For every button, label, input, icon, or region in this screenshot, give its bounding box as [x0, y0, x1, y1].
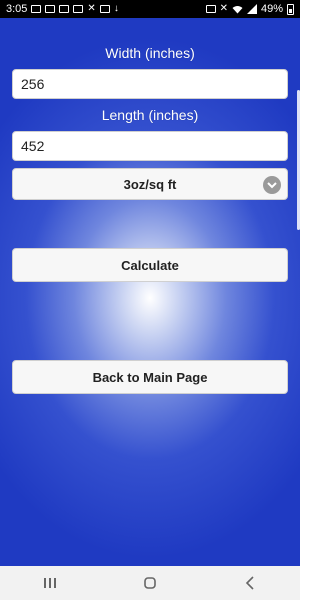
- status-left: 3:05 ✕ ↓: [6, 3, 119, 15]
- download-icon: ↓: [113, 3, 119, 14]
- mute-icon: ✕: [219, 3, 228, 14]
- main-area: Width (inches) 256 Length (inches) 452 3…: [0, 18, 300, 566]
- recent-apps-icon: [44, 578, 56, 588]
- missed-call-icon: ✕: [87, 3, 96, 14]
- length-label: Length (inches): [101, 107, 199, 123]
- wifi-icon: [232, 5, 243, 13]
- mail-icon: [45, 5, 56, 13]
- recent-apps-button[interactable]: [30, 571, 70, 595]
- length-value: 452: [21, 138, 45, 154]
- status-bar: 3:05 ✕ ↓ ✕ 49%: [0, 0, 300, 18]
- mail-icon: [99, 5, 110, 13]
- chevron-down-icon: [263, 176, 281, 194]
- rate-select[interactable]: 3oz/sq ft: [12, 168, 288, 200]
- width-input[interactable]: 256: [12, 69, 288, 99]
- status-time: 3:05: [6, 3, 28, 15]
- width-value: 256: [21, 76, 45, 92]
- nfc-icon: [205, 5, 216, 13]
- signal-icon: [246, 4, 257, 14]
- chat-icon: [31, 5, 42, 13]
- mail-icon: [73, 5, 84, 13]
- length-input[interactable]: 452: [12, 131, 288, 161]
- home-icon: [144, 577, 156, 589]
- back-icon: [245, 576, 254, 590]
- calculate-button[interactable]: Calculate: [12, 248, 288, 282]
- system-nav-bar: [0, 566, 300, 600]
- width-label: Width (inches): [105, 45, 195, 61]
- rate-select-value: 3oz/sq ft: [123, 176, 177, 192]
- calculate-button-label: Calculate: [121, 257, 179, 273]
- home-button[interactable]: [130, 571, 170, 595]
- battery-percent: 49%: [260, 3, 283, 15]
- back-nav-button[interactable]: [230, 571, 270, 595]
- back-to-main-button[interactable]: Back to Main Page: [12, 360, 288, 394]
- mail-icon: [59, 5, 70, 13]
- status-right: ✕ 49%: [205, 3, 294, 15]
- back-button-label: Back to Main Page: [92, 369, 208, 385]
- battery-icon: [287, 3, 294, 15]
